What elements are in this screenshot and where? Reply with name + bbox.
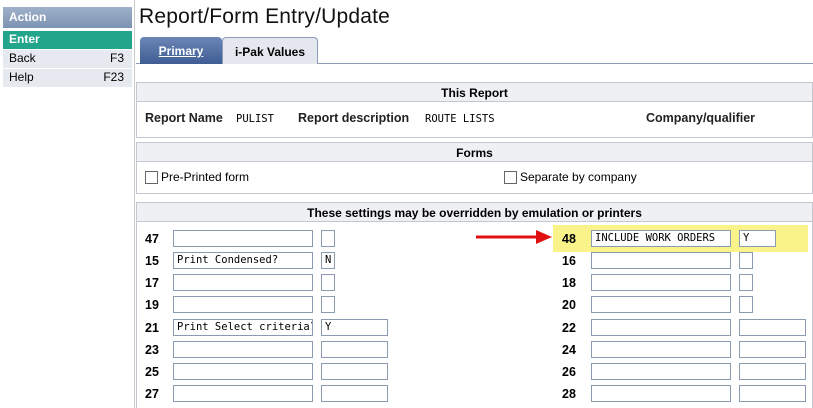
setting-value-field[interactable] — [321, 341, 388, 358]
setting-text-field[interactable] — [591, 341, 731, 358]
setting-num: 15 — [145, 254, 159, 268]
setting-num: 48 — [562, 232, 576, 246]
action-panel: Action Enter Back F3 Help F23 — [0, 0, 135, 408]
setting-text-field[interactable] — [591, 319, 731, 336]
setting-num: 26 — [562, 365, 576, 379]
action-help-key: F23 — [103, 70, 124, 84]
tab-bar: Primary i-Pak Values — [136, 36, 813, 64]
action-help-label: Help — [9, 70, 34, 84]
action-header: Action — [3, 7, 132, 28]
setting-text-field[interactable] — [173, 363, 313, 380]
setting-text-field[interactable] — [591, 252, 731, 269]
action-back-key: F3 — [109, 51, 124, 65]
setting-value-field[interactable] — [739, 341, 806, 358]
page-title: Report/Form Entry/Update — [139, 5, 391, 28]
settings-section: These settings may be overridden by emul… — [136, 202, 813, 408]
this-report-section: This Report Report Name PULIST Report de… — [136, 82, 813, 138]
action-back[interactable]: Back F3 — [3, 50, 132, 68]
setting-text-field[interactable] — [591, 296, 731, 313]
setting-text-field[interactable] — [173, 341, 313, 358]
setting-num: 47 — [145, 232, 159, 246]
setting-value-field[interactable] — [321, 363, 388, 380]
setting-text-field[interactable] — [591, 363, 731, 380]
setting-num: 16 — [562, 254, 576, 268]
setting-value-field[interactable] — [321, 296, 335, 313]
tab-primary[interactable]: Primary — [140, 37, 222, 64]
setting-value-field[interactable]: Y — [739, 230, 776, 247]
preprinted-form-label: Pre-Printed form — [161, 170, 250, 184]
action-back-label: Back — [9, 51, 36, 65]
setting-num: 25 — [145, 365, 159, 379]
report-description-label: Report description — [298, 111, 410, 125]
setting-value-field[interactable] — [321, 230, 335, 247]
setting-num: 18 — [562, 276, 576, 290]
setting-value-field[interactable] — [739, 274, 753, 291]
setting-text-field[interactable] — [173, 296, 313, 313]
setting-num: 22 — [562, 321, 576, 335]
setting-text-field[interactable] — [591, 385, 731, 402]
separate-by-company-label: Separate by company — [520, 170, 637, 184]
setting-num: 23 — [145, 343, 159, 357]
setting-value-field[interactable] — [321, 274, 335, 291]
setting-text-field[interactable] — [173, 385, 313, 402]
setting-value-field[interactable] — [739, 319, 806, 336]
action-enter[interactable]: Enter — [3, 31, 132, 49]
tab-ipak-values[interactable]: i-Pak Values — [222, 37, 318, 64]
setting-value-field[interactable]: N — [321, 252, 335, 269]
setting-num: 27 — [145, 387, 159, 401]
setting-value-field[interactable] — [321, 385, 388, 402]
report-name-value: PULIST — [236, 113, 274, 125]
company-qualifier-label: Company/qualifier — [646, 111, 756, 125]
this-report-header: This Report — [137, 83, 812, 102]
setting-num: 28 — [562, 387, 576, 401]
setting-num: 20 — [562, 298, 576, 312]
forms-section: Forms Pre-Printed form Separate by compa… — [136, 142, 813, 194]
setting-text-field[interactable] — [173, 230, 313, 247]
setting-text-field[interactable]: Print Select criteria? — [173, 319, 313, 336]
setting-num: 17 — [145, 276, 159, 290]
setting-num: 24 — [562, 343, 576, 357]
setting-text-field[interactable]: Print Condensed? — [173, 252, 313, 269]
setting-text-field[interactable] — [591, 274, 731, 291]
setting-num: 21 — [145, 321, 159, 335]
red-arrow-icon — [476, 230, 552, 244]
preprinted-form-checkbox[interactable] — [145, 171, 158, 184]
report-name-label: Report Name — [145, 111, 223, 125]
action-enter-label: Enter — [9, 32, 40, 46]
action-help[interactable]: Help F23 — [3, 69, 132, 87]
report-description-value: ROUTE LISTS — [425, 113, 495, 125]
setting-value-field[interactable] — [739, 296, 753, 313]
setting-value-field[interactable] — [739, 385, 806, 402]
setting-value-field[interactable] — [739, 252, 753, 269]
setting-value-field[interactable] — [739, 363, 806, 380]
setting-text-field[interactable]: INCLUDE WORK ORDERS — [591, 230, 731, 247]
settings-header: These settings may be overridden by emul… — [137, 203, 812, 222]
forms-header: Forms — [137, 143, 812, 162]
setting-text-field[interactable] — [173, 274, 313, 291]
setting-value-field[interactable]: Y — [321, 319, 388, 336]
separate-by-company-checkbox[interactable] — [504, 171, 517, 184]
setting-num: 19 — [145, 298, 159, 312]
